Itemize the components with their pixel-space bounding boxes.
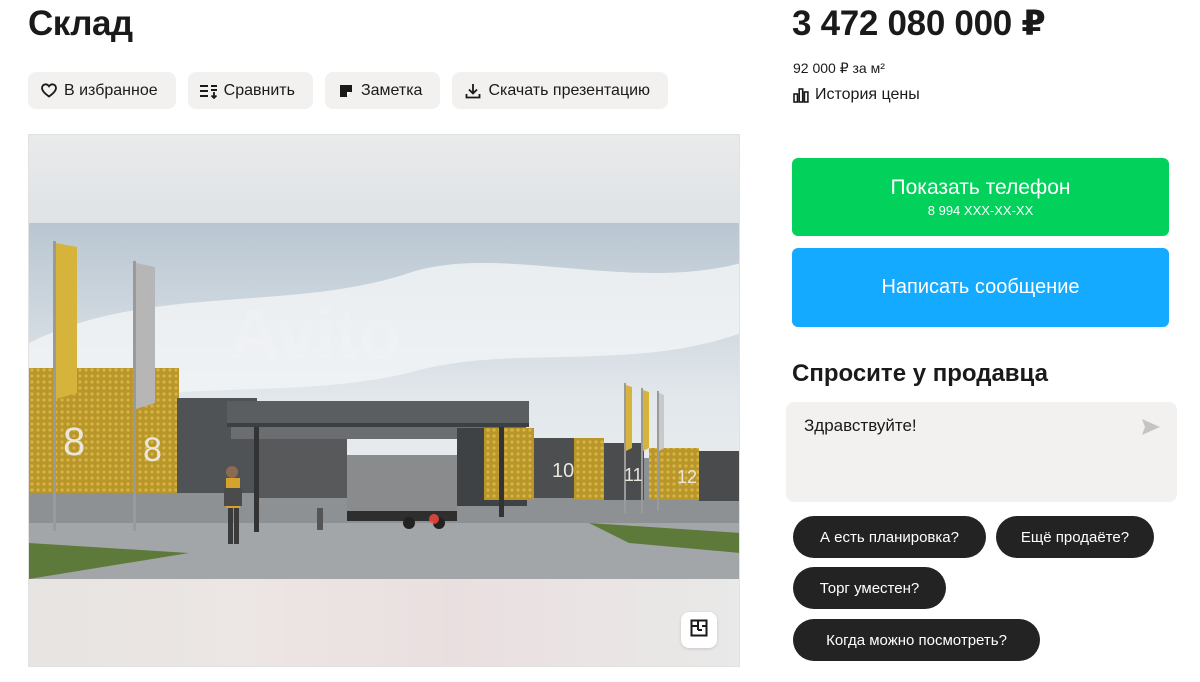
note-icon xyxy=(337,82,355,100)
write-message-button[interactable]: Написать сообщение xyxy=(792,248,1169,327)
gallery-blur-bottom xyxy=(29,579,739,666)
building-number: 10 xyxy=(552,460,574,482)
download-presentation-button[interactable]: Скачать презентацию xyxy=(452,72,669,109)
price-history-label: История цены xyxy=(815,86,920,103)
ask-seller-title: Спросите у продавца xyxy=(792,360,1048,387)
quick-question-chip[interactable]: Ещё продаёте? xyxy=(996,516,1154,558)
ask-seller-text[interactable]: Здравствуйте! xyxy=(804,416,917,436)
favorite-button[interactable]: В избранное xyxy=(28,72,176,109)
download-label: Скачать презентацию xyxy=(488,81,651,99)
bar-chart-icon xyxy=(793,87,809,103)
send-icon[interactable] xyxy=(1141,418,1161,441)
quick-question-chip[interactable]: Когда можно посмотреть? xyxy=(793,619,1040,661)
gallery-blur-top xyxy=(29,135,739,223)
quick-question-chip[interactable]: Торг уместен? xyxy=(793,567,946,609)
listing-actions: В избранное Сравнить Заметка Скачать пре… xyxy=(28,72,669,109)
masked-phone-number: 8 994 XXX-XX-XX xyxy=(927,203,1034,218)
ask-seller-input[interactable]: Здравствуйте! xyxy=(786,402,1177,502)
quick-question-chip[interactable]: А есть планировка? xyxy=(793,516,986,558)
photo-watermark: Avito xyxy=(229,295,401,373)
show-phone-button[interactable]: Показать телефон 8 994 XXX-XX-XX xyxy=(792,158,1169,236)
warehouse-photo[interactable]: 8 8 10 11 12 Avito xyxy=(29,223,740,579)
favorite-label: В избранное xyxy=(64,81,158,99)
price-history-link[interactable]: История цены xyxy=(793,86,920,104)
compare-icon xyxy=(199,82,218,100)
building-number: 12 xyxy=(677,467,697,487)
building-number: 11 xyxy=(624,465,643,485)
compare-label: Сравнить xyxy=(223,81,295,99)
heart-icon xyxy=(40,82,58,100)
floorplan-button[interactable] xyxy=(681,612,717,648)
note-label: Заметка xyxy=(360,81,423,99)
building-number: 8 xyxy=(143,431,162,469)
note-button[interactable]: Заметка xyxy=(324,72,441,109)
photo-gallery[interactable]: 8 8 10 11 12 Avito xyxy=(28,134,740,667)
listing-price: 3 472 080 000 ₽ xyxy=(792,4,1046,43)
floorplan-icon xyxy=(690,619,708,642)
compare-button[interactable]: Сравнить xyxy=(187,72,313,109)
building-number: 8 xyxy=(63,420,85,464)
show-phone-label: Показать телефон xyxy=(890,176,1071,199)
download-icon xyxy=(464,82,482,100)
write-message-label: Написать сообщение xyxy=(881,276,1080,298)
price-per-sqm: 92 000 ₽ за м² xyxy=(793,60,885,76)
listing-title: Склад xyxy=(28,4,133,43)
